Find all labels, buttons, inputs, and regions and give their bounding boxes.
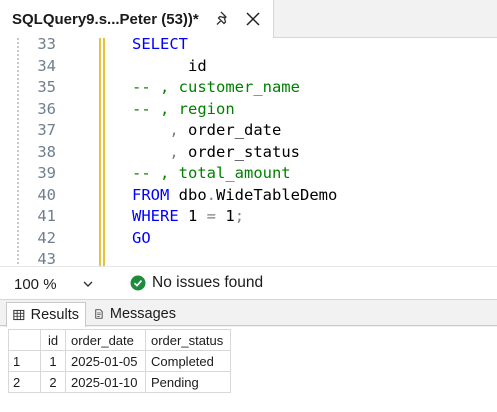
sql-token: , bbox=[169, 142, 179, 161]
cell-order-status[interactable]: Pending bbox=[145, 371, 231, 393]
code-line[interactable]: 38 , order_status bbox=[0, 142, 497, 164]
code-line[interactable]: 34 id bbox=[0, 56, 497, 78]
line-number: 41 bbox=[37, 207, 56, 225]
cell-order-date[interactable]: 2025-01-05 bbox=[65, 350, 146, 372]
sql-token: . bbox=[206, 185, 216, 204]
result-tabs: Results Messages bbox=[0, 300, 497, 327]
code-line[interactable]: 40 FROM dbo.WideTableDemo bbox=[0, 185, 497, 207]
sql-token: , bbox=[169, 121, 179, 139]
code-line[interactable]: 36 -- , region bbox=[0, 99, 497, 121]
code-text[interactable]: FROM dbo.WideTableDemo bbox=[132, 185, 337, 207]
row-number[interactable]: 1 bbox=[8, 350, 41, 372]
tab-results-label: Results bbox=[30, 307, 79, 323]
line-number: 42 bbox=[37, 228, 56, 247]
sql-keyword: WHERE bbox=[132, 207, 179, 225]
sql-token: 1 bbox=[178, 207, 207, 225]
row-number[interactable]: 2 bbox=[8, 371, 41, 393]
line-number: 37 bbox=[37, 121, 56, 139]
code-line[interactable]: 41 WHERE 1 = 1; bbox=[0, 206, 497, 228]
code-line[interactable]: 39 -- , total_amount bbox=[0, 163, 497, 185]
line-number: 33 bbox=[37, 38, 56, 53]
sql-comment: -- , region bbox=[132, 99, 235, 118]
code-text[interactable]: WHERE 1 = 1; bbox=[132, 206, 244, 228]
line-number: 34 bbox=[37, 56, 56, 75]
table-row[interactable]: 2 2 2025-01-10 Pending bbox=[8, 371, 231, 393]
check-circle-icon bbox=[130, 275, 146, 291]
cell-order-status[interactable]: Completed bbox=[145, 350, 231, 372]
column-header-id[interactable]: id bbox=[40, 329, 66, 351]
sql-keyword: GO bbox=[132, 228, 151, 247]
results-panel: Results Messages id order_date order_sta… bbox=[0, 299, 497, 412]
close-icon[interactable] bbox=[243, 9, 263, 29]
tab-results[interactable]: Results bbox=[6, 302, 86, 327]
line-number: 35 bbox=[37, 78, 56, 96]
results-grid[interactable]: id order_date order_status 1 1 2025-01-0… bbox=[8, 329, 231, 393]
column-header-order-status[interactable]: order_status bbox=[145, 329, 231, 351]
sql-keyword: FROM bbox=[132, 185, 170, 204]
sql-comment: -- , customer_name bbox=[132, 78, 300, 96]
sql-token: = bbox=[206, 207, 217, 225]
sql-token: dbo bbox=[169, 185, 207, 204]
code-line[interactable]: 37 , order_date bbox=[0, 120, 497, 142]
cell-id[interactable]: 2 bbox=[40, 371, 66, 393]
document-icon bbox=[95, 309, 103, 319]
code-text[interactable]: id bbox=[132, 56, 207, 78]
tab-messages-label: Messages bbox=[109, 306, 176, 322]
cell-id[interactable]: 1 bbox=[40, 350, 66, 372]
document-tab-strip: SQLQuery9.s...Peter (53))* bbox=[0, 0, 497, 38]
editor-status-bar: 100 % No issues found bbox=[0, 266, 497, 299]
code-text[interactable]: , order_date bbox=[132, 120, 281, 142]
code-text[interactable]: GO bbox=[132, 228, 151, 250]
line-number: 36 bbox=[37, 99, 56, 118]
code-text[interactable]: -- , total_amount bbox=[132, 163, 291, 185]
code-line[interactable]: 43 bbox=[0, 249, 497, 266]
column-header-order-date[interactable]: order_date bbox=[65, 329, 146, 351]
line-number: 43 bbox=[37, 250, 56, 266]
row-number-header[interactable] bbox=[8, 329, 41, 351]
line-number: 40 bbox=[37, 185, 56, 204]
sql-token: ; bbox=[234, 207, 245, 225]
code-text[interactable]: SELECT bbox=[132, 38, 188, 56]
sql-keyword: SELECT bbox=[132, 38, 188, 53]
cell-order-date[interactable]: 2025-01-10 bbox=[65, 371, 146, 393]
table-row[interactable]: 1 1 2025-01-05 Completed bbox=[8, 350, 231, 372]
issues-text: No issues found bbox=[152, 274, 264, 291]
sql-comment: -- , total_amount bbox=[132, 164, 291, 182]
code-line[interactable]: 42 GO bbox=[0, 228, 497, 250]
pin-icon[interactable] bbox=[213, 9, 233, 29]
code-line[interactable]: 35 -- , customer_name bbox=[0, 77, 497, 99]
code-line[interactable]: 33 SELECT bbox=[0, 38, 497, 56]
results-grid-area[interactable]: id order_date order_status 1 1 2025-01-0… bbox=[0, 327, 497, 412]
issues-indicator[interactable]: No issues found bbox=[130, 274, 263, 292]
sql-editor[interactable]: 33 SELECT 34 id 35 -- , customer_name 36 -- , … bbox=[0, 38, 497, 266]
line-number: 38 bbox=[37, 142, 56, 161]
chevron-down-icon bbox=[83, 281, 93, 287]
tab-messages[interactable]: Messages bbox=[88, 302, 182, 326]
query-tab-title: SQLQuery9.s...Peter (53))* bbox=[12, 10, 199, 28]
code-text[interactable]: -- , region bbox=[132, 99, 235, 121]
zoom-level: 100 % bbox=[14, 275, 57, 293]
grid-header-row: id order_date order_status bbox=[8, 329, 231, 351]
line-number: 39 bbox=[37, 164, 56, 182]
sql-token: 1 bbox=[216, 207, 235, 225]
grid-icon bbox=[13, 309, 25, 321]
code-text[interactable]: -- , customer_name bbox=[132, 77, 300, 99]
sql-token: WideTableDemo bbox=[216, 185, 338, 204]
sql-token: order_status bbox=[178, 142, 300, 161]
zoom-dropdown[interactable]: 100 % bbox=[6, 272, 102, 296]
sql-token: order_date bbox=[178, 121, 282, 139]
code-text[interactable]: , order_status bbox=[132, 142, 300, 164]
sql-token: id bbox=[132, 56, 207, 75]
